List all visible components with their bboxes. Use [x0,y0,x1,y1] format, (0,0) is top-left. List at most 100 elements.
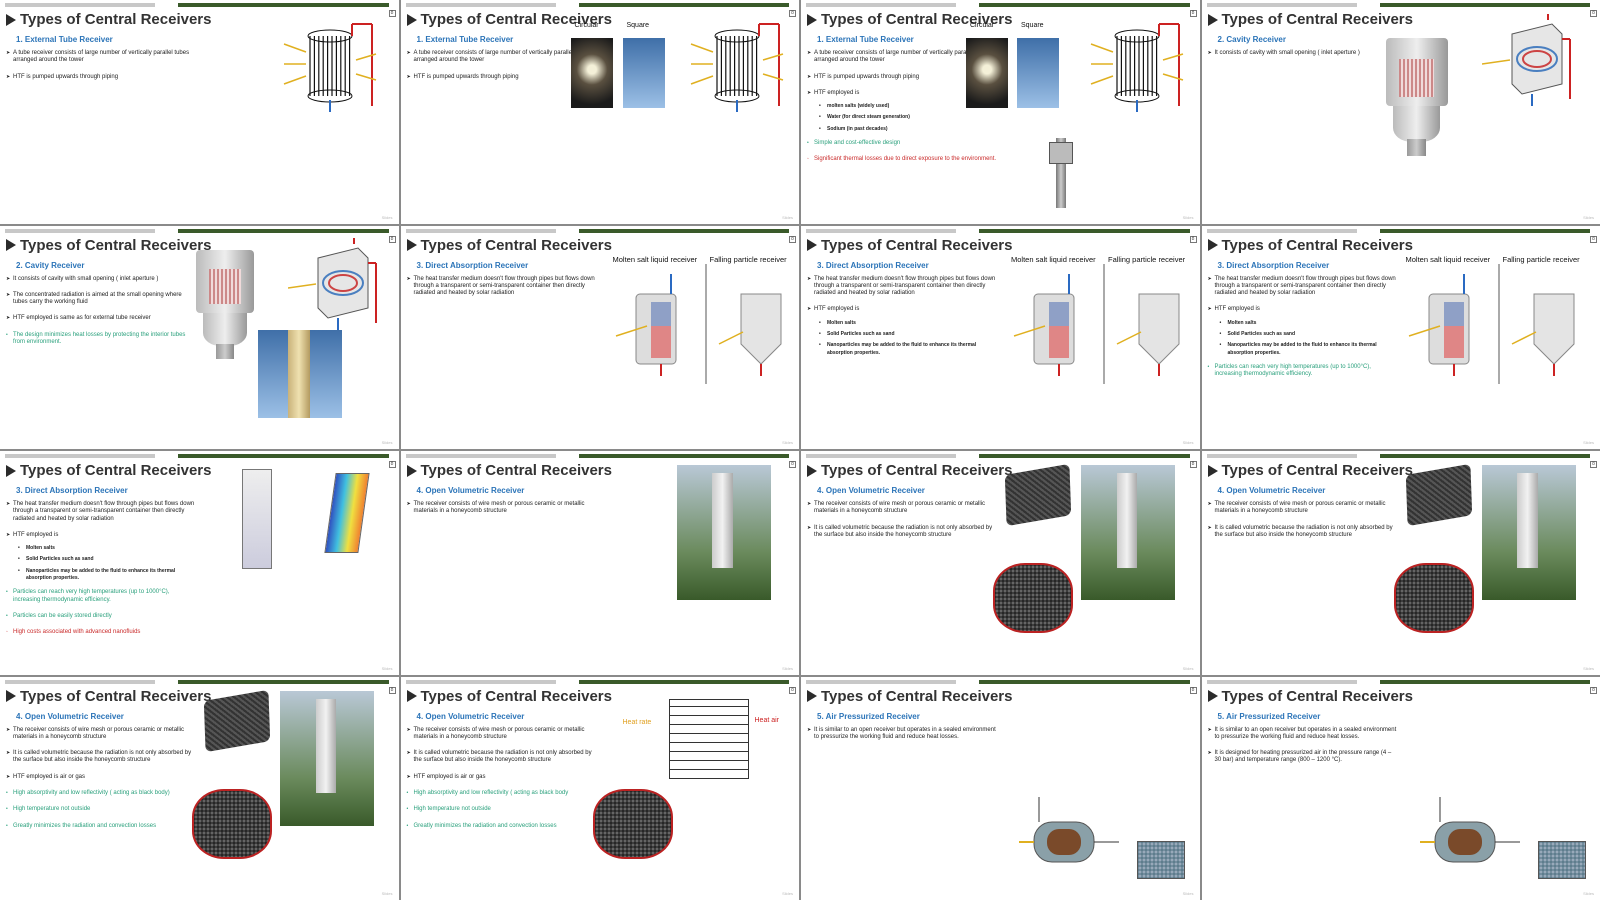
header-bar-green [178,679,389,684]
slide-7: 8 Types of Central Receivers 3. Direct Abs… [801,225,1200,449]
bullet-item: A tube receiver consists of large number… [6,50,196,65]
slide-2: 8 Types of Central Receivers 1. External T… [400,0,799,224]
slide-8: 8 Types of Central Receivers 3. Direct Abs… [1201,225,1600,449]
bullet-item: Greatly minimizes the radiation and conv… [6,823,196,831]
slide-4: 8 Types of Central Receivers 2. Cavity Rec… [1201,0,1600,224]
figure-label: Falling particle receiver [1108,254,1186,264]
slide-body: The heat transfer medium doesn't flow th… [6,501,196,646]
slide-footer: Slides [381,665,393,671]
slide-footer: Slides [1182,665,1194,671]
slide-14: 8 Types of Central Receivers 4. Open Volum… [400,676,799,900]
bullet-item: Molten salts [6,545,196,553]
figure [1393,563,1474,633]
figure-label: Falling particle receiver [1502,254,1580,264]
figure-label: Square [626,22,650,29]
slide-subtitle: 2. Cavity Receiver [16,260,85,270]
bullet-item: The concentrated radiation is aimed at t… [6,292,196,307]
bullet-item: The heat transfer medium doesn't flow th… [1208,276,1398,298]
title-arrow-icon [1207,690,1218,702]
page-marker: 8 [1590,10,1597,17]
slide-subtitle: 3. Direct Absorption Receiver [416,260,529,270]
slide-footer: Slides [1182,440,1194,445]
header-bar-grey [1206,679,1357,684]
slide-title: Types of Central Receivers [1207,237,1413,254]
honeycomb-photo [1537,840,1586,879]
slide-title-text: Types of Central Receivers [420,236,612,254]
wire-mesh-photo [1405,463,1472,527]
bullet-item: It consists of cavity with small opening… [6,276,196,284]
header-bar-grey [806,3,956,7]
bullet-item: The receiver consists of wire mesh or po… [407,501,597,516]
header-bar-green [1379,3,1590,7]
slide-footer: Slides [1583,440,1594,445]
slide-title-text: Types of Central Receivers [20,687,212,705]
receiver-housing [1385,38,1448,156]
header-bar-grey [806,228,956,233]
slide-title-text: Types of Central Receivers [821,462,1013,479]
header-bar-grey [405,3,556,7]
pressurized-receiver-diagram [1419,796,1520,862]
slide-footer: Slides [1583,214,1594,220]
tube-receiver-diagram [1090,23,1184,112]
bullet-item: HTF employed is air or gas [6,774,196,782]
slide-body: The receiver consists of wire mesh or po… [1208,501,1398,548]
cavity-receiver-diagram [1481,14,1571,106]
bullet-item: Significant thermal losses due to direct… [807,156,997,164]
bullet-item: Sodium (in past decades) [807,126,997,134]
bullet-item: HTF is pumped upwards through piping [407,74,597,82]
header-bar-green [178,3,389,7]
title-arrow-icon [807,690,817,702]
header-bar-green [178,454,389,458]
slide-body: A tube receiver consists of large number… [6,50,196,90]
slide-title: Types of Central Receivers [1207,11,1413,28]
title-arrow-icon [406,690,417,702]
figure [676,465,771,600]
figure [1081,465,1175,600]
title-arrow-icon [1207,239,1218,251]
header-bar-green [979,454,1190,458]
figure-label: Molten salt liquid receiver [1405,254,1491,264]
figure-label: Square [1021,22,1044,29]
slide-title: Types of Central Receivers [6,688,211,705]
figure [592,788,673,859]
cavity-photo [258,329,342,418]
volumetric-honeycomb-diagram [592,788,673,859]
header-bar-grey [5,454,155,458]
bullet-item: The design minimizes heat losses by prot… [6,332,196,347]
bullet-item: Simple and cost-effective design [807,140,997,148]
bullet-item: The receiver consists of wire mesh or po… [1208,501,1398,516]
figure [1481,14,1572,114]
solar-tower-photo [1481,465,1576,600]
slide-6: 8 Types of Central Receivers 3. Direct Abs… [400,225,799,449]
slide-subtitle: 3. Direct Absorption Receiver [817,260,929,270]
direct-absorption-diagram [1013,263,1180,384]
page-marker: 8 [1189,235,1197,243]
figure [192,788,272,859]
slide-subtitle: 4. Open Volumetric Receiver [817,486,925,495]
slide-10: 8 Types of Central Receivers 4. Open Volum… [400,451,799,675]
bullet-item: It is similar to an open receiver but op… [807,727,997,742]
title-arrow-icon [807,464,817,477]
slide-body: It consists of cavity with small opening… [6,276,196,356]
bullet-item: It is similar to an open receiver but op… [1208,727,1398,742]
bullet-item: It is called volumetric because the radi… [6,750,196,765]
header-bar-grey [5,228,155,233]
slide-footer: Slides [1583,665,1594,671]
slide-subtitle: 4. Open Volumetric Receiver [1217,486,1326,495]
slide-subtitle: 1. External Tube Receiver [817,35,914,44]
cavity-receiver-diagram [287,237,377,330]
slide-grid: 8 Types of Central Receivers 1. External T… [0,0,1600,900]
header-bar-green [578,454,789,458]
figure-label: Circular [574,22,599,29]
figure-label: Circular [970,22,995,29]
page-marker: 8 [1590,461,1597,468]
title-arrow-icon [1207,13,1218,26]
slide-subtitle: 4. Open Volumetric Receiver [16,711,124,721]
figure [280,690,374,826]
hopper-diagram [242,469,272,569]
page-marker: 8 [388,235,396,243]
slide-footer: Slides [782,440,793,445]
solar-tower-photo [676,465,771,600]
bullet-item: HTF employed is [6,532,196,540]
bullet-item: HTF employed is [1208,306,1398,314]
